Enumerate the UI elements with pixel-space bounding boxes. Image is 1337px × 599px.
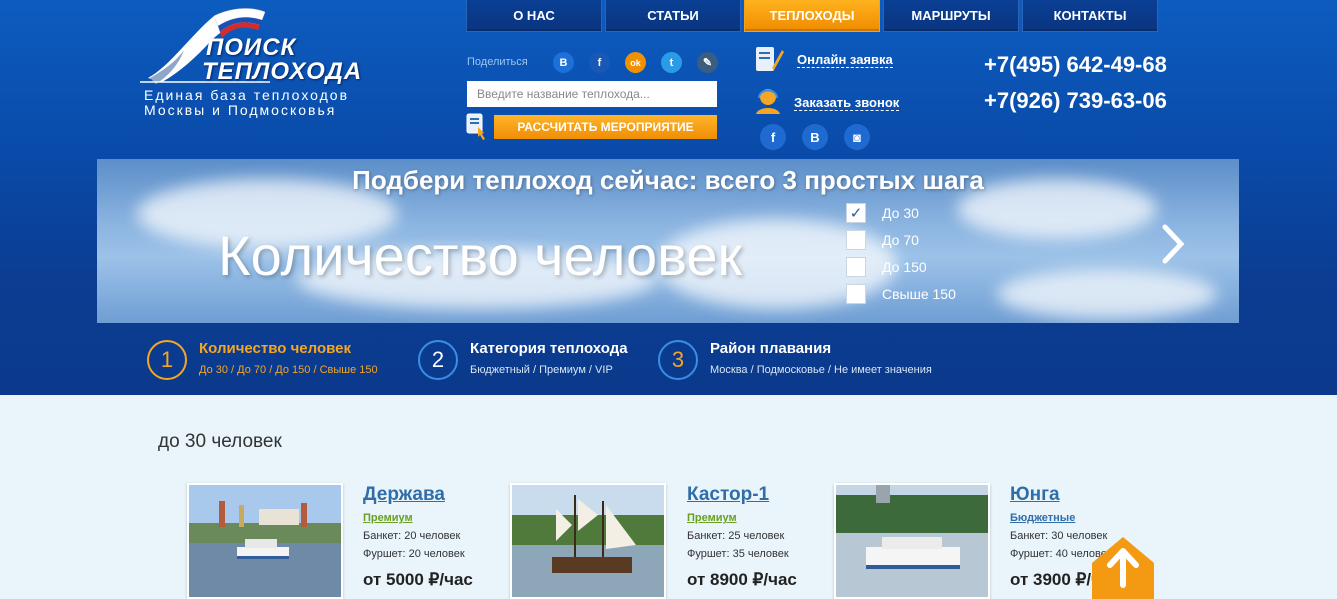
share-label: Поделиться — [467, 56, 528, 68]
ship-category-link[interactable]: Бюджетные — [1010, 512, 1075, 524]
vk-glyph: B — [810, 129, 820, 145]
logo-line-2: ТЕПЛОХОДА — [202, 58, 363, 85]
checkbox-checked-icon[interactable]: ✓ — [846, 203, 866, 223]
facebook-share-glyph: f — [597, 56, 602, 69]
facebook-glyph: f — [770, 129, 776, 145]
site-header: О НАС СТАТЬИ ТЕПЛОХОДЫ МАРШРУТЫ КОНТАКТЫ… — [0, 0, 1337, 395]
ship-category-link[interactable]: Премиум — [363, 512, 413, 524]
banquet-capacity: Банкет: 20 человек — [363, 530, 461, 542]
option-label: До 70 — [882, 232, 919, 248]
checkbox[interactable] — [846, 284, 866, 304]
banner-title: Подбери теплоход сейчас: всего 3 простых… — [352, 165, 984, 195]
calculate-event-button[interactable]: РАССЧИТАТЬ МЕРОПРИЯТИЕ — [494, 115, 717, 139]
instagram-icon[interactable]: ◙ — [844, 124, 870, 150]
checkbox[interactable] — [846, 257, 866, 277]
step-1-circle[interactable]: 1 — [147, 340, 187, 380]
logo-tagline: Единая база теплоходов Москвы и Подмоско… — [144, 88, 349, 118]
step-2-circle[interactable]: 2 — [418, 340, 458, 380]
logo-title: ПОИСК ТЕПЛОХОДА — [202, 34, 362, 84]
step-1-options: До 30 / До 70 / До 150 / Свыше 150 — [199, 364, 378, 376]
main-nav: О НАС СТАТЬИ ТЕПЛОХОДЫ МАРШРУТЫ КОНТАКТЫ — [466, 0, 1158, 32]
buffet-capacity: Фуршет: 35 человек — [687, 548, 789, 560]
ship-photo-kastor[interactable] — [510, 483, 666, 599]
nav-contacts[interactable]: КОНТАКТЫ — [1022, 0, 1158, 32]
step-1-title[interactable]: Количество человек — [199, 340, 351, 357]
logo-tagline-2: Москвы и Подмосковья — [144, 102, 337, 118]
calculator-pointer-icon — [466, 113, 485, 140]
ship-picker-banner: Подбери теплоход сейчас: всего 3 простых… — [97, 159, 1239, 323]
instagram-glyph: ◙ — [853, 129, 861, 145]
twitter-share-icon[interactable]: t — [661, 52, 682, 73]
option-label: До 150 — [882, 259, 927, 275]
ship-search-input[interactable] — [467, 81, 717, 107]
online-request-link[interactable]: Онлайн заявка — [797, 52, 893, 68]
banner-step-heading: Количество человек — [218, 224, 742, 287]
callback-operator-icon — [756, 89, 780, 114]
nav-ships[interactable]: ТЕПЛОХОДЫ — [744, 0, 880, 32]
step-2-title[interactable]: Категория теплохода — [470, 340, 628, 357]
scroll-to-top-icon[interactable] — [1092, 537, 1154, 599]
nav-routes[interactable]: МАРШРУТЫ — [883, 0, 1019, 32]
checkbox[interactable] — [846, 230, 866, 250]
phone-number-2[interactable]: +7(926) 739-63-06 — [984, 88, 1167, 114]
site-logo[interactable]: ПОИСК ТЕПЛОХОДА Единая база теплоходов М… — [140, 6, 410, 121]
nav-articles[interactable]: СТАТЬИ — [605, 0, 741, 32]
step-3-options: Москва / Подмосковье / Не имеет значения — [710, 364, 932, 376]
ship-photo-yunga[interactable] — [834, 483, 990, 599]
phone-number-1[interactable]: +7(495) 642-49-68 — [984, 52, 1167, 78]
vk-share-glyph: B — [559, 56, 568, 69]
vk-share-icon[interactable]: B — [553, 52, 574, 73]
twitter-share-glyph: t — [669, 56, 674, 69]
logo-tagline-1: Единая база теплоходов — [144, 87, 350, 103]
option-over-150[interactable]: Свыше 150 — [846, 284, 956, 304]
ship-photo-image — [189, 485, 341, 597]
odnoklassniki-share-glyph: ok — [630, 57, 641, 68]
step-3-title[interactable]: Район плавания — [710, 340, 831, 357]
buffet-capacity: Фуршет: 20 человек — [363, 548, 465, 560]
banquet-capacity: Банкет: 25 человек — [687, 530, 785, 542]
ship-category-link[interactable]: Премиум — [687, 512, 737, 524]
section-title: до 30 человек — [158, 431, 282, 452]
option-label: Свыше 150 — [882, 286, 956, 302]
nav-about[interactable]: О НАС — [466, 0, 602, 32]
livejournal-share-glyph: ✎ — [702, 57, 713, 69]
facebook-share-icon[interactable]: f — [589, 52, 610, 73]
option-up-to-150[interactable]: До 150 — [846, 257, 927, 277]
ship-photo-derzhava[interactable] — [187, 483, 343, 599]
logo-line-1: ПОИСК — [206, 34, 297, 61]
ship-price: от 8900 ₽/час — [687, 570, 797, 589]
next-arrow-icon[interactable] — [1153, 219, 1193, 269]
option-label: До 30 — [882, 205, 919, 221]
banner-cloud — [997, 269, 1217, 319]
option-up-to-30[interactable]: ✓ До 30 — [846, 203, 919, 223]
ship-name-link[interactable]: Держава — [363, 484, 445, 506]
ship-name-link[interactable]: Кастор-1 — [687, 484, 769, 506]
online-request-icon — [756, 47, 784, 71]
step-2-options: Бюджетный / Премиум / VIP — [470, 364, 613, 376]
livejournal-share-icon[interactable]: ✎ — [697, 52, 718, 73]
callback-link[interactable]: Заказать звонок — [794, 95, 900, 111]
ship-name-link[interactable]: Юнга — [1010, 484, 1060, 506]
vk-icon[interactable]: B — [802, 124, 828, 150]
facebook-icon[interactable]: f — [760, 124, 786, 150]
option-up-to-70[interactable]: До 70 — [846, 230, 919, 250]
ship-price: от 5000 ₽/час — [363, 570, 473, 589]
ship-photo-image — [512, 485, 664, 597]
odnoklassniki-share-icon[interactable]: ok — [625, 52, 646, 73]
step-3-circle[interactable]: 3 — [658, 340, 698, 380]
ship-photo-image — [836, 485, 988, 597]
